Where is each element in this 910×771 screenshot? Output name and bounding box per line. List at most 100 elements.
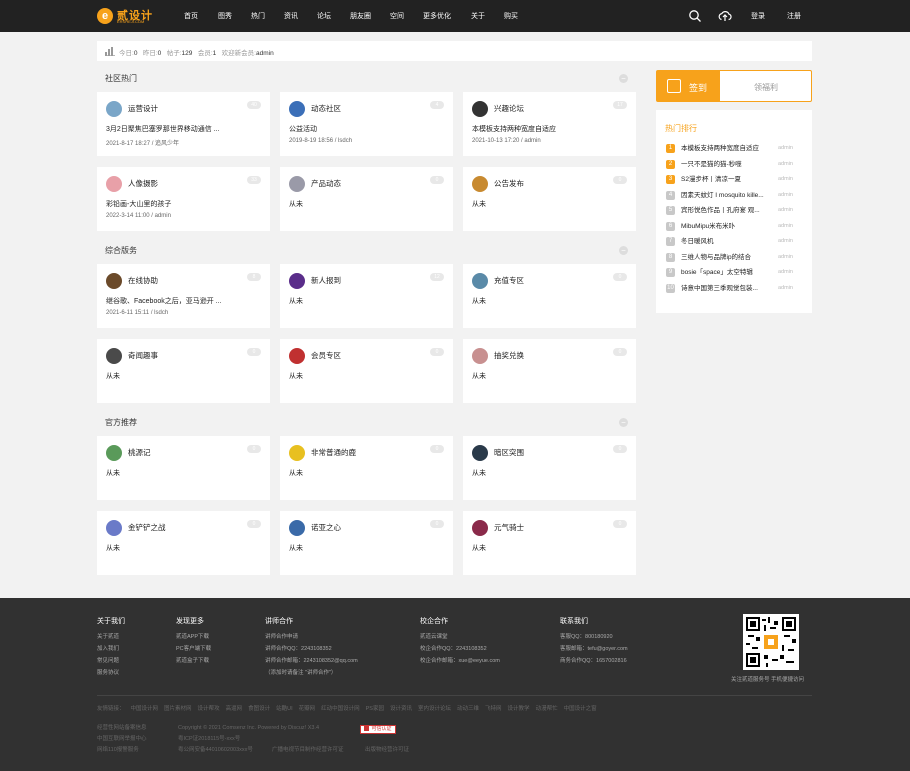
forum-avatar[interactable] [289, 520, 305, 536]
rank-author[interactable]: admin [778, 222, 793, 231]
friend-link[interactable]: 图片素材网 [164, 706, 192, 712]
footer-link[interactable]: 贰道盒子下载 [176, 655, 211, 667]
rank-title[interactable]: 宾形悦色作品丨孔府宴 观... [681, 206, 774, 215]
forum-avatar[interactable] [289, 176, 305, 192]
hot-ranking-item[interactable]: 7 冬日暖风机 admin [666, 237, 806, 247]
forum-name[interactable]: 公告发布 [494, 178, 524, 189]
forum-card[interactable]: 新人报到 12 从未 [280, 264, 453, 328]
hot-ranking-item[interactable]: 1 本模板支持两种宽度自适应 admin [666, 144, 806, 154]
forum-name[interactable]: 充值专区 [494, 275, 524, 286]
nav-item-home[interactable]: 首页 [184, 11, 198, 21]
forum-name[interactable]: 人像摄影 [128, 178, 158, 189]
forum-name[interactable]: 会员专区 [311, 350, 341, 361]
forum-avatar[interactable] [106, 176, 122, 192]
forum-name[interactable]: 抽奖兑换 [494, 350, 524, 361]
friend-link[interactable]: 花瓣网 [299, 706, 316, 712]
hot-ranking-item[interactable]: 10 诗意中国第三季观觉包装... admin [666, 283, 806, 294]
rank-author[interactable]: admin [778, 268, 793, 277]
forum-name[interactable]: 暗区突围 [494, 447, 524, 458]
nav-item-forum[interactable]: 论坛 [317, 11, 331, 21]
friend-link[interactable]: 红动中国设计网 [321, 706, 360, 712]
filing-link[interactable]: 经营性网站备案信息 [97, 723, 147, 734]
footer-link[interactable]: 服务协议 [97, 667, 125, 679]
forum-avatar[interactable] [289, 445, 305, 461]
friend-link[interactable]: 动漫帮忙 [536, 706, 558, 712]
forum-latest-thread[interactable]: 从未 [472, 296, 627, 306]
hot-ranking-item[interactable]: 9 bosie「space」太空特辑 admin [666, 268, 806, 278]
rank-title[interactable]: 冬日暖风机 [681, 237, 774, 246]
forum-avatar[interactable] [106, 445, 122, 461]
rank-author[interactable]: admin [778, 144, 793, 153]
forum-card[interactable]: 桃源记 0 从未 [97, 436, 270, 500]
footer-link[interactable]: （添加时请备注 "讲师合作"） [265, 667, 358, 679]
friend-link[interactable]: 高逼网 [226, 706, 243, 712]
forum-avatar[interactable] [472, 348, 488, 364]
forum-latest-thread[interactable]: 从未 [289, 371, 444, 381]
footer-link[interactable]: 关于贰道 [97, 631, 125, 643]
hot-ranking-item[interactable]: 2 一只不是猫的猫-秒噬 admin [666, 159, 806, 170]
footer-link[interactable]: 客服QQ：800180920 [560, 631, 628, 643]
forum-card[interactable]: 暗区突围 0 从未 [463, 436, 636, 500]
friend-link[interactable]: 中国设计网 [131, 706, 159, 712]
hot-ranking-item[interactable]: 3 S2漫步杯丨清凉一夏 admin [666, 175, 806, 185]
friend-link[interactable]: 室内设计论坛 [418, 706, 451, 712]
forum-avatar[interactable] [472, 273, 488, 289]
forum-latest-thread[interactable]: 从未 [289, 468, 444, 478]
forum-avatar[interactable] [106, 101, 122, 117]
register-link[interactable]: 注册 [787, 11, 801, 21]
rank-author[interactable]: admin [778, 160, 793, 169]
forum-name[interactable]: 在线协助 [128, 275, 158, 286]
friend-link[interactable]: 设计帮攻 [198, 706, 220, 712]
rank-title[interactable]: 一只不是猫的猫-秒噬 [681, 160, 774, 169]
forum-card[interactable]: 会员专区 0 从未 [280, 339, 453, 403]
forum-latest-thread[interactable]: 从未 [472, 468, 627, 478]
hot-ranking-item[interactable]: 5 宾形悦色作品丨孔府宴 观... admin [666, 206, 806, 216]
forum-avatar[interactable] [472, 520, 488, 536]
hot-ranking-item[interactable]: 8 三维人物与品牌ip的结合 admin [666, 252, 806, 263]
login-link[interactable]: 登录 [751, 11, 765, 21]
upload-cloud-icon[interactable] [718, 9, 732, 23]
forum-name[interactable]: 新人报到 [311, 275, 341, 286]
rank-author[interactable]: admin [778, 175, 793, 184]
forum-card[interactable]: 人像摄影 33 彩铅画-大山里的孩子 2022-3-14 11:00 / admin [97, 167, 270, 231]
rank-title[interactable]: bosie「space」太空特辑 [681, 268, 774, 277]
forum-latest-thread[interactable]: 从未 [106, 543, 261, 553]
forum-name[interactable]: 金铲铲之战 [128, 522, 166, 533]
forum-name[interactable]: 非常普通的鹿 [311, 447, 356, 458]
site-logo[interactable]: e 贰设计 ERSHEJI.COM [97, 6, 157, 26]
forum-latest-thread[interactable]: 从未 [106, 371, 261, 381]
friend-link[interactable]: 飞特网 [485, 706, 502, 712]
forum-name[interactable]: 诺亚之心 [311, 522, 341, 533]
friend-link[interactable]: 站酷UI [276, 706, 293, 712]
signin-button[interactable]: 签到 [657, 71, 720, 101]
rank-title[interactable]: 三维人物与品牌ip的结合 [681, 253, 774, 262]
footer-link[interactable]: PC客户端下载 [176, 643, 211, 655]
forum-card[interactable]: 元气骑士 0 从未 [463, 511, 636, 575]
forum-name[interactable]: 兴趣论坛 [494, 103, 524, 114]
forum-name[interactable]: 奇闻趣事 [128, 350, 158, 361]
footer-link[interactable]: 校企合作邮箱：xue@eeyue.com [420, 655, 500, 667]
forum-latest-thread[interactable]: 继谷歌、Facebook之后，亚马逊开 ... [106, 296, 261, 306]
forum-card[interactable]: 运营设计 40 3月2日聚焦巴塞罗那世界移动通信 ... 2021-8-17 18:2… [97, 92, 270, 156]
footer-link[interactable]: 讲师合作申请 [265, 631, 358, 643]
forum-card[interactable]: 在线协助 8 继谷歌、Facebook之后，亚马逊开 ... 2021-6-11 15… [97, 264, 270, 328]
collapse-icon[interactable]: − [619, 74, 628, 83]
hot-ranking-item[interactable]: 6 MibuMipu米布米卟 admin [666, 221, 806, 232]
forum-latest-thread[interactable]: 从未 [106, 468, 261, 478]
friend-link[interactable]: 动动三维 [457, 706, 479, 712]
footer-link[interactable]: 客服邮箱：tefu@goyer.com [560, 643, 628, 655]
forum-latest-thread[interactable]: 彩铅画-大山里的孩子 [106, 199, 261, 209]
forum-card[interactable]: 充值专区 0 从未 [463, 264, 636, 328]
forum-name[interactable]: 动态社区 [311, 103, 341, 114]
forum-latest-thread[interactable]: 本模板支持两种宽度自适应 [472, 124, 627, 134]
forum-card[interactable]: 非常普通的鹿 0 从未 [280, 436, 453, 500]
forum-avatar[interactable] [106, 273, 122, 289]
footer-link[interactable]: 校企合作QQ：2243108352 [420, 643, 500, 655]
collapse-icon[interactable]: − [619, 246, 628, 255]
forum-name[interactable]: 桃源记 [128, 447, 151, 458]
footer-link[interactable]: 常见问题 [97, 655, 125, 667]
forum-name[interactable]: 产品动态 [311, 178, 341, 189]
forum-card[interactable]: 公告发布 0 从未 [463, 167, 636, 231]
forum-card[interactable]: 兴趣论坛 17 本模板支持两种宽度自适应 2021-10-13 17:20 / adm… [463, 92, 636, 156]
welcome-member-link[interactable]: admin [256, 50, 274, 57]
